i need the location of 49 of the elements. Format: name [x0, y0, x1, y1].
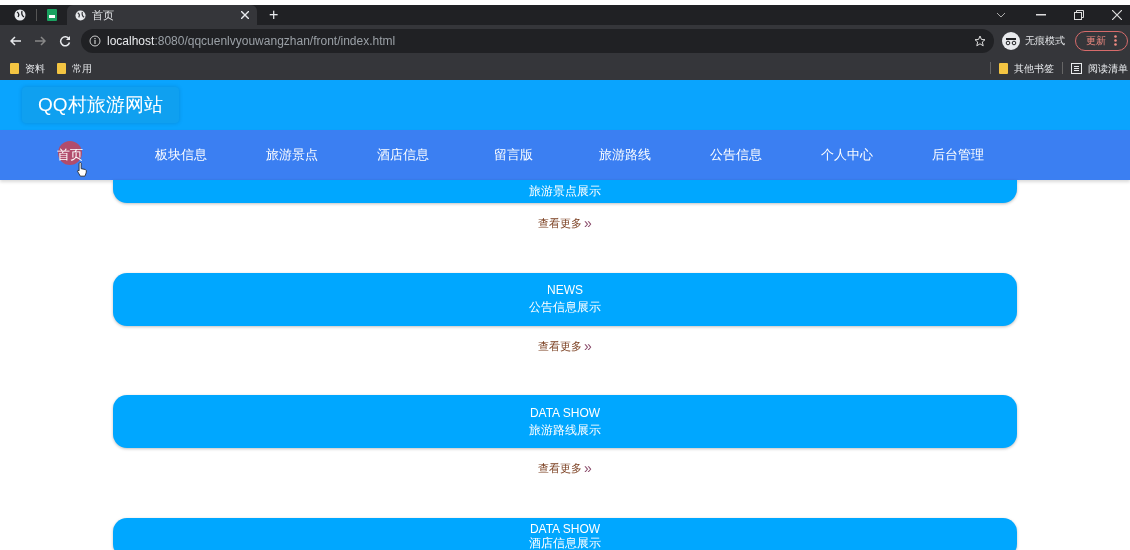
section-title: 公告信息展示 — [529, 299, 601, 316]
info-icon[interactable] — [89, 34, 101, 47]
minimize-icon[interactable] — [1036, 14, 1046, 16]
view-more-link[interactable]: 查看更多» — [538, 215, 592, 232]
section-eyebrow: NEWS — [547, 282, 583, 299]
nav-link[interactable]: 后台管理 — [931, 145, 984, 165]
bookmark[interactable]: 资料 — [10, 60, 45, 76]
chevron-down-icon[interactable] — [996, 12, 1006, 18]
more-vertical-icon — [1114, 35, 1117, 46]
site-title: QQ村旅游网站 — [22, 86, 179, 124]
folder-icon — [57, 62, 66, 74]
bookmark[interactable]: 常用 — [57, 60, 92, 76]
reading-list-button[interactable]: 阅读清单 — [1071, 60, 1128, 76]
nav-link[interactable]: 旅游路线 — [598, 145, 651, 165]
nav-link[interactable]: 酒店信息 — [376, 145, 429, 165]
incognito-icon[interactable] — [1002, 31, 1020, 50]
hand-cursor-icon — [76, 162, 88, 178]
nav-link[interactable]: 留言版 — [494, 145, 533, 165]
url-text: localhost:8080/qqcuenlvyouwangzhan/front/index.html — [107, 32, 396, 50]
section-title: 旅游路线展示 — [529, 421, 601, 439]
restore-icon[interactable] — [1074, 10, 1084, 20]
section-eyebrow: DATA SHOW — [529, 521, 601, 536]
view-more-link[interactable]: 查看更多» — [538, 460, 592, 477]
new-tab-icon[interactable]: + — [269, 7, 279, 23]
list-icon — [1071, 62, 1082, 74]
nav-link[interactable]: 旅游景点 — [265, 145, 318, 165]
nav-link[interactable]: 公告信息 — [709, 145, 762, 165]
close-icon[interactable] — [1112, 10, 1122, 20]
nav-link[interactable]: 个人中心 — [820, 145, 873, 165]
folder-icon — [999, 62, 1008, 74]
close-icon[interactable] — [241, 11, 249, 19]
section-title: 酒店信息展示 — [529, 535, 601, 550]
bookmark[interactable]: 其他书签 — [999, 60, 1054, 76]
browser-tab[interactable]: 首页 — [67, 5, 257, 25]
globe-icon[interactable] — [14, 9, 26, 21]
tab-title: 首页 — [92, 7, 115, 23]
folder-icon — [10, 62, 19, 74]
view-more-link[interactable]: 查看更多» — [538, 337, 592, 354]
spreadsheet-icon[interactable] — [47, 9, 57, 21]
forward-arrow-icon[interactable] — [34, 34, 46, 47]
globe-icon — [75, 9, 86, 21]
section-eyebrow: DATA SHOW — [529, 404, 601, 422]
nav-link[interactable]: 板块信息 — [154, 145, 207, 165]
section-title: 旅游景点展示 — [529, 183, 601, 200]
incognito-label: 无痕模式 — [1025, 34, 1065, 48]
star-icon[interactable] — [974, 34, 986, 47]
back-arrow-icon[interactable] — [10, 34, 22, 47]
address-bar[interactable]: localhost:8080/qqcuenlvyouwangzhan/front/index.html — [81, 28, 994, 53]
reload-icon[interactable] — [59, 34, 71, 47]
